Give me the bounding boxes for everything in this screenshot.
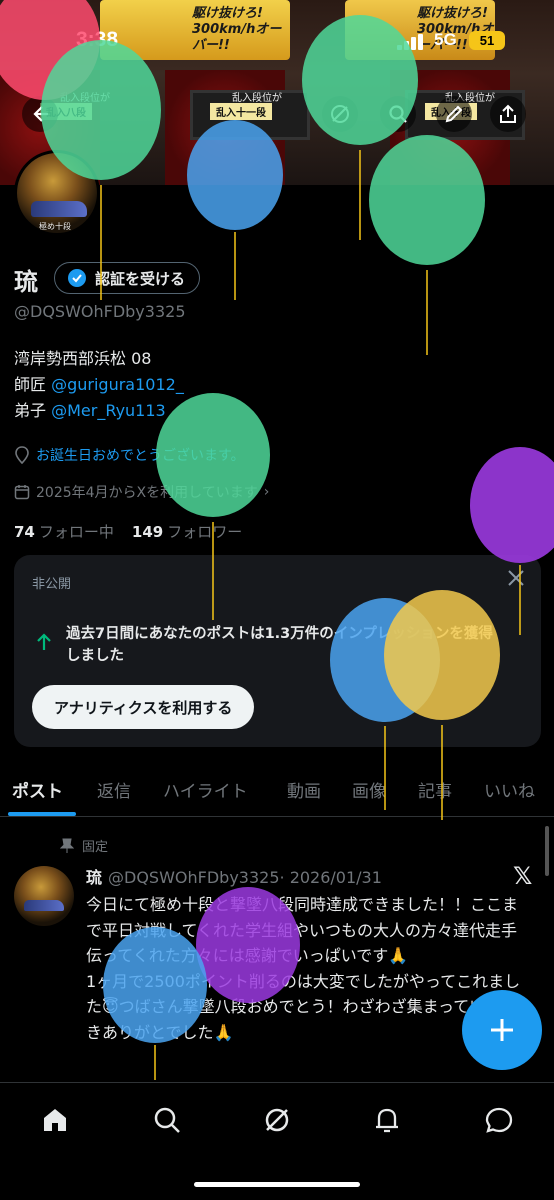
profile-name: 琉 xyxy=(14,268,38,296)
nav-home[interactable] xyxy=(38,1103,72,1137)
grok-button[interactable] xyxy=(322,96,358,132)
tab-highlights[interactable]: ハイライト xyxy=(163,777,248,802)
analytics-card: 非公開 過去7日間にあなたのポストは1.3万件のインプレッションを獲得しました … xyxy=(14,555,541,747)
compose-button[interactable] xyxy=(462,990,542,1070)
calendar-icon xyxy=(14,485,30,500)
back-arrow-icon xyxy=(33,106,48,122)
edit-profile-button[interactable] xyxy=(436,96,472,132)
bio-line: 弟子 @Mer_Ryu113 xyxy=(14,401,166,420)
post-author-name[interactable]: 琉 xyxy=(86,868,102,887)
status-time: 3:38 xyxy=(76,28,119,51)
analytics-message: 過去7日間にあなたのポストは1.3万件のインプレッションを獲得しました xyxy=(66,626,493,664)
following-link[interactable]: 74 フォロー中 xyxy=(14,521,114,542)
avatar-car xyxy=(31,201,87,217)
follow-counts: 74 フォロー中 149 フォロワー xyxy=(14,521,242,542)
home-indicator xyxy=(194,1182,360,1187)
bio-line: 湾岸勢西部浜松 08 xyxy=(14,349,152,368)
banner-screen-tag: 乱入十一段 xyxy=(210,103,272,120)
private-label: 非公開 xyxy=(32,577,72,592)
active-tab-indicator xyxy=(8,812,76,816)
tab-likes[interactable]: いいね xyxy=(484,777,535,802)
profile-tabs: ポスト 返信 ハイライト 動画 画像 記事 いいね xyxy=(0,765,554,817)
grok-icon xyxy=(331,105,349,123)
chevron-right-icon: › xyxy=(263,484,270,500)
nav-notifications[interactable] xyxy=(370,1103,404,1137)
share-button[interactable] xyxy=(490,96,526,132)
pinned-indicator: 固定 xyxy=(60,836,108,855)
search-icon xyxy=(154,1107,180,1133)
get-verified-label: 認証を受ける xyxy=(95,269,186,288)
tab-articles[interactable]: 記事 xyxy=(418,777,452,802)
nav-grok[interactable] xyxy=(260,1103,294,1137)
search-icon xyxy=(389,105,407,123)
banner-screen-note: 乱入段位が xyxy=(60,93,110,104)
avatar-car xyxy=(24,900,64,911)
get-verified-button[interactable]: 認証を受ける xyxy=(54,262,201,294)
mention-link[interactable]: @Mer_Ryu113 xyxy=(51,401,166,420)
tab-replies[interactable]: 返信 xyxy=(97,777,131,802)
post-avatar[interactable] xyxy=(14,866,74,926)
pinned-label: 固定 xyxy=(82,840,109,855)
bio-line: 師匠 @gurigura1012_ xyxy=(14,375,184,394)
profile-handle: @DQSWOhFDby3325 xyxy=(14,302,186,321)
verified-badge-icon xyxy=(68,269,86,287)
nav-search[interactable] xyxy=(150,1103,184,1137)
profile-avatar[interactable]: 極め十段 xyxy=(14,150,100,236)
tab-videos[interactable]: 動画 xyxy=(287,777,321,802)
pencil-icon xyxy=(445,105,463,123)
plus-icon xyxy=(491,1019,513,1041)
status-bar: 3:38 5G 51 xyxy=(0,26,554,56)
profile-bio: 湾岸勢西部浜松 08 師匠 @gurigura1012_ 弟子 @Mer_Ryu… xyxy=(14,346,184,424)
messages-icon xyxy=(485,1107,513,1133)
nav-messages[interactable] xyxy=(482,1103,516,1137)
share-icon xyxy=(500,104,516,123)
banner-screen-note: 乱入段位が xyxy=(232,93,282,104)
cellular-signal-icon xyxy=(397,34,423,50)
joined-text: 2025年4月からXを利用しています xyxy=(36,485,258,501)
joined-row[interactable]: 2025年4月からXを利用しています › xyxy=(14,482,269,502)
back-button[interactable] xyxy=(22,96,58,132)
home-icon xyxy=(44,1109,66,1131)
arrow-up-icon xyxy=(37,633,51,650)
analytics-button[interactable]: アナリティクスを利用する xyxy=(32,685,255,729)
search-button[interactable] xyxy=(380,96,416,132)
x-logo-icon: 𝕏 xyxy=(513,862,533,890)
battery-indicator: 51 xyxy=(469,31,505,50)
followers-link[interactable]: 149 フォロワー xyxy=(132,521,242,542)
scrollbar[interactable] xyxy=(545,826,549,876)
bell-icon xyxy=(376,1108,398,1133)
grok-icon xyxy=(265,1108,289,1132)
pin-icon xyxy=(60,838,74,853)
location-pin-icon xyxy=(15,446,29,464)
post-date: · 2026/01/31 xyxy=(279,868,382,887)
post-text[interactable]: 今日にて極め十段と撃墜八段同時達成できました！！ここまで平日対戦してくれた学生組… xyxy=(86,892,530,1082)
avatar-caption: 極め十段 xyxy=(39,222,71,231)
birthday-text: お誕生日おめでとうございます。 xyxy=(36,448,245,464)
mention-link[interactable]: @gurigura1012_ xyxy=(51,375,184,394)
tab-posts[interactable]: ポスト xyxy=(12,777,63,802)
network-type: 5G xyxy=(434,30,457,49)
birthday-row: お誕生日おめでとうございます。 xyxy=(14,445,245,465)
close-icon[interactable] xyxy=(507,569,525,587)
post-header: 琉 @DQSWOhFDby3325· 2026/01/31 xyxy=(86,864,382,888)
post-author-handle[interactable]: @DQSWOhFDby3325 xyxy=(108,868,280,887)
tab-images[interactable]: 画像 xyxy=(352,777,386,802)
